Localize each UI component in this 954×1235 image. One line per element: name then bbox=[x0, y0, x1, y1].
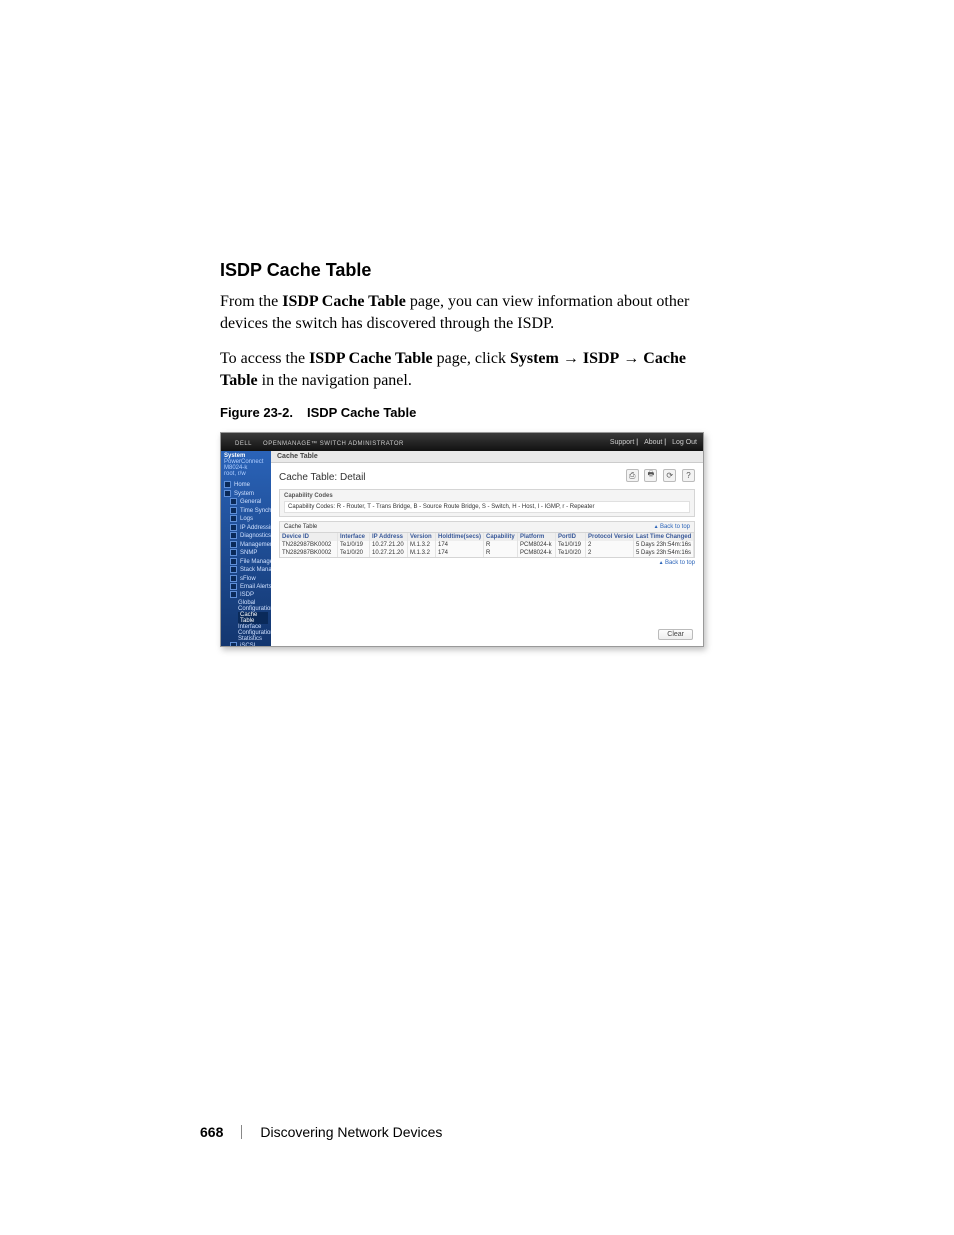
figure-title: ISDP Cache Table bbox=[307, 405, 416, 420]
nav-isdp-global[interactable]: Global Configuration bbox=[238, 600, 268, 612]
back-to-top-link[interactable]: Back to top bbox=[654, 524, 690, 530]
link-logout[interactable]: Log Out bbox=[672, 439, 697, 446]
col-holdtime[interactable]: Holdtime(secs) bbox=[436, 533, 484, 541]
access-post: in the navigation panel. bbox=[258, 372, 412, 389]
access-paragraph: To access the ISDP Cache Table page, cli… bbox=[220, 348, 725, 391]
brand-text: DELL bbox=[235, 441, 252, 447]
app-topbar: DELL OPENMANAGE™ SWITCH ADMINISTRATOR Su… bbox=[221, 433, 703, 451]
cell: 2 bbox=[586, 541, 634, 549]
access-arrow2: → bbox=[619, 350, 643, 367]
cell: 5 Days 23h:54m:16s bbox=[634, 549, 694, 557]
cell: Te1/0/20 bbox=[556, 549, 586, 557]
nav-isdp-iface[interactable]: Interface Configuration bbox=[238, 624, 268, 636]
nav-isdp-cache-selected[interactable]: Cache Table bbox=[238, 612, 268, 624]
nav-item-mgmtsec[interactable]: Management Security bbox=[230, 541, 268, 549]
access-pre: To access the bbox=[220, 350, 309, 367]
cell: PCM8024-k bbox=[518, 541, 556, 549]
link-support[interactable]: Support bbox=[610, 439, 635, 446]
back-to-top-link-2[interactable]: Back to top bbox=[659, 560, 695, 566]
nav-item-sflow[interactable]: sFlow bbox=[230, 575, 268, 583]
save-icon[interactable] bbox=[626, 469, 639, 482]
embedded-screenshot: DELL OPENMANAGE™ SWITCH ADMINISTRATOR Su… bbox=[220, 432, 704, 647]
top-links: Support | About | Log Out bbox=[606, 439, 697, 446]
capability-box: Capability Codes Capability Codes: R - R… bbox=[279, 489, 695, 517]
nav-item-time[interactable]: Time Synchronization bbox=[230, 507, 268, 515]
table-row: TN282987BK0002 Te1/0/20 10.27.21.20 M.1.… bbox=[280, 549, 694, 557]
nav-item-diag[interactable]: Diagnostics bbox=[230, 532, 268, 540]
nav-item-isdp[interactable]: ISDP bbox=[230, 591, 268, 599]
col-deviceid[interactable]: Device ID bbox=[280, 533, 338, 541]
nav-item-stack[interactable]: Stack Management bbox=[230, 566, 268, 574]
section-heading: ISDP Cache Table bbox=[220, 260, 725, 281]
intro-paragraph: From the ISDP Cache Table page, you can … bbox=[220, 291, 725, 334]
intro-bold-pagename: ISDP Cache Table bbox=[282, 293, 406, 310]
col-lastchanged[interactable]: Last Time Changed bbox=[634, 533, 694, 541]
grid-titlebar: Cache Table Back to top bbox=[279, 521, 695, 532]
cell: PCM8024-k bbox=[518, 549, 556, 557]
toolbar-icons bbox=[623, 469, 695, 485]
access-isdp: ISDP bbox=[583, 350, 619, 367]
cell: 174 bbox=[436, 549, 484, 557]
cell: R bbox=[484, 541, 518, 549]
col-capability[interactable]: Capability bbox=[484, 533, 518, 541]
cell: 174 bbox=[436, 541, 484, 549]
cell: TN282987BK0002 bbox=[280, 549, 338, 557]
grid-header: Device ID Interface IP Address Version H… bbox=[280, 533, 694, 541]
col-ip[interactable]: IP Address bbox=[370, 533, 408, 541]
chapter-title: Discovering Network Devices bbox=[260, 1124, 442, 1140]
cell: Te1/0/19 bbox=[338, 541, 370, 549]
nav-item-general[interactable]: General bbox=[230, 498, 268, 506]
col-platform[interactable]: Platform bbox=[518, 533, 556, 541]
cell: 2 bbox=[586, 549, 634, 557]
clear-button[interactable]: Clear bbox=[658, 629, 693, 640]
access-page: ISDP Cache Table bbox=[309, 350, 433, 367]
intro-pre: From the bbox=[220, 293, 282, 310]
nav-item-iscsi[interactable]: iSCSI bbox=[230, 642, 268, 646]
figure-number: Figure 23-2. bbox=[220, 405, 293, 420]
nav-item-logs[interactable]: Logs bbox=[230, 515, 268, 523]
nav-item-snmp[interactable]: SNMP bbox=[230, 549, 268, 557]
main-panel: Cache Table Cache Table: Detail Capabili… bbox=[271, 451, 703, 646]
page-number: 668 bbox=[200, 1124, 223, 1140]
active-tab[interactable]: Cache Table bbox=[271, 451, 703, 463]
nav-sidebar: System PowerConnect M8024-k root, r/w Ho… bbox=[221, 451, 271, 646]
nav-home[interactable]: Home bbox=[224, 481, 268, 489]
access-mid1: page, click bbox=[433, 350, 510, 367]
page-footer: 668 Discovering Network Devices bbox=[200, 1124, 442, 1140]
access-system: System bbox=[510, 350, 559, 367]
grid-title: Cache Table bbox=[284, 524, 317, 530]
brand-subtitle: OPENMANAGE™ SWITCH ADMINISTRATOR bbox=[263, 441, 404, 447]
access-arrow1: → bbox=[559, 350, 583, 367]
link-about[interactable]: About bbox=[644, 439, 662, 446]
col-portid[interactable]: PortID bbox=[556, 533, 586, 541]
panel-title: Cache Table: Detail bbox=[279, 472, 366, 483]
nav-breadcrumb-2: PowerConnect M8024-k bbox=[224, 459, 268, 471]
table-row: TN282987BK0002 Te1/0/19 10.27.21.20 M.1.… bbox=[280, 541, 694, 549]
help-icon[interactable] bbox=[682, 469, 695, 482]
cell: Te1/0/19 bbox=[556, 541, 586, 549]
figure-caption: Figure 23-2. ISDP Cache Table bbox=[220, 405, 725, 420]
cell: M.1.3.2 bbox=[408, 549, 436, 557]
nav-item-file[interactable]: File Management bbox=[230, 558, 268, 566]
cell: TN282987BK0002 bbox=[280, 541, 338, 549]
cache-grid: Device ID Interface IP Address Version H… bbox=[279, 532, 695, 558]
col-version[interactable]: Version bbox=[408, 533, 436, 541]
footer-separator bbox=[241, 1125, 242, 1139]
capability-label: Capability Codes bbox=[284, 493, 690, 499]
nav-item-ip[interactable]: IP Addressing bbox=[230, 524, 268, 532]
capability-codes: Capability Codes: R - Router, T - Trans … bbox=[284, 501, 690, 513]
brand-logo: DELL OPENMANAGE™ SWITCH ADMINISTRATOR bbox=[227, 437, 404, 447]
col-protocol[interactable]: Protocol Version bbox=[586, 533, 634, 541]
refresh-icon[interactable] bbox=[663, 469, 676, 482]
nav-item-email[interactable]: Email Alerts bbox=[230, 583, 268, 591]
cell: R bbox=[484, 549, 518, 557]
cell: M.1.3.2 bbox=[408, 541, 436, 549]
print-icon[interactable] bbox=[644, 469, 657, 482]
cell: 5 Days 23h:54m:16s bbox=[634, 541, 694, 549]
cell: 10.27.21.20 bbox=[370, 541, 408, 549]
cell: 10.27.21.20 bbox=[370, 549, 408, 557]
cell: Te1/0/20 bbox=[338, 549, 370, 557]
col-interface[interactable]: Interface bbox=[338, 533, 370, 541]
nav-system[interactable]: System bbox=[224, 490, 268, 498]
